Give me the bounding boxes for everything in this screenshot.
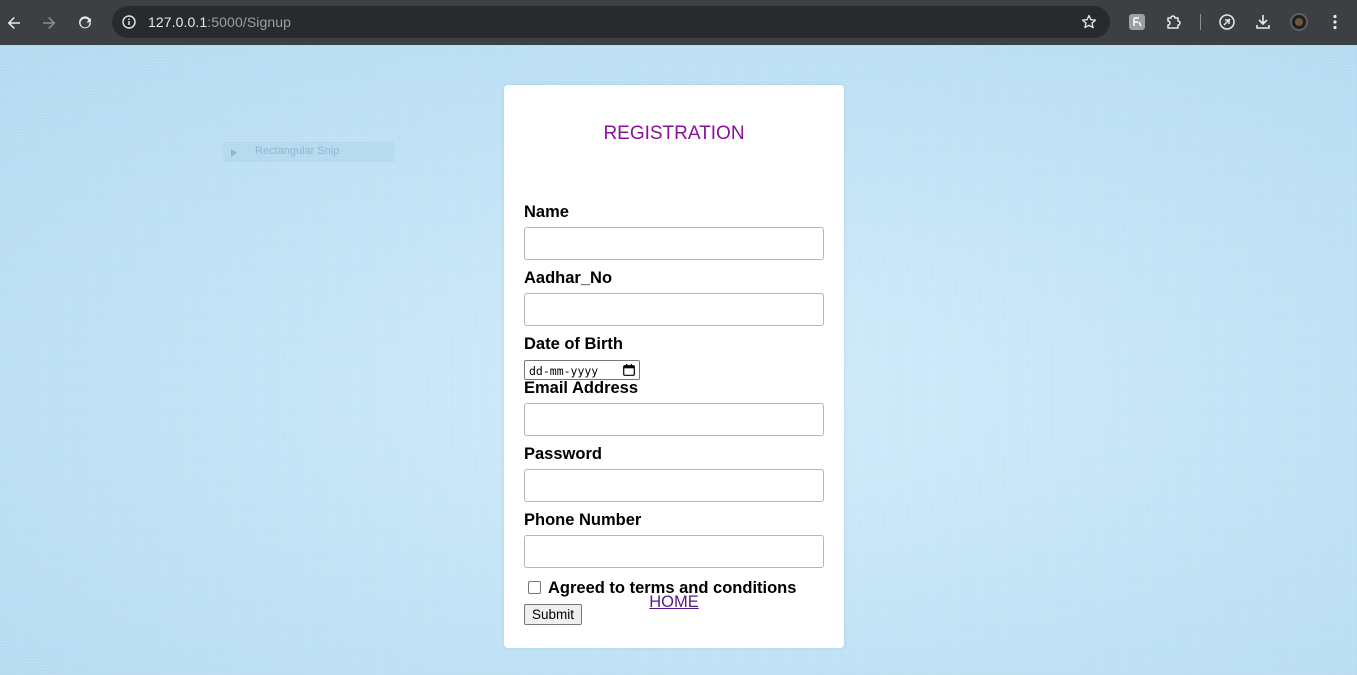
email-input[interactable]	[524, 403, 824, 436]
extensions-puzzle-icon[interactable]	[1163, 11, 1185, 33]
reload-icon	[79, 16, 91, 29]
arrow-left-icon	[7, 17, 20, 29]
toolbar-separator	[1200, 14, 1201, 30]
password-label: Password	[524, 445, 602, 463]
home-link[interactable]: HOME	[504, 593, 844, 612]
dob-label: Date of Birth	[524, 335, 623, 353]
performance-leaf-icon[interactable]	[1216, 11, 1238, 33]
forward-button[interactable]	[35, 9, 63, 37]
dob-placeholder: dd-mm-yyyy	[529, 364, 599, 378]
phone-label: Phone Number	[524, 511, 642, 529]
name-label: Name	[524, 203, 569, 221]
profile-avatar[interactable]	[1290, 13, 1308, 31]
url-text: 127.0.0.1:5000/Signup	[148, 14, 291, 30]
address-bar[interactable]: 127.0.0.1:5000/Signup	[112, 6, 1110, 38]
name-input[interactable]	[524, 227, 824, 260]
page-background: Rectangular Snip REGISTRATION Name Aadha…	[0, 45, 1357, 675]
calendar-icon[interactable]	[623, 364, 635, 376]
aadhar-input[interactable]	[524, 293, 824, 326]
email-label: Email Address	[524, 379, 639, 397]
arrow-right-icon	[43, 17, 56, 29]
download-icon[interactable]	[1252, 11, 1274, 33]
aadhar-label: Aadhar_No	[524, 269, 613, 287]
url-host: 127.0.0.1	[148, 14, 208, 30]
ghost-play-icon	[231, 149, 237, 157]
extension-fx-icon[interactable]	[1126, 11, 1148, 33]
menu-kebab-icon[interactable]	[1324, 11, 1346, 33]
url-path: :5000/Signup	[207, 14, 292, 30]
registration-card: REGISTRATION Name Aadhar_No Date of Birt…	[504, 85, 844, 648]
phone-input[interactable]	[524, 535, 824, 568]
dob-date-input[interactable]: dd-mm-yyyy	[524, 360, 640, 380]
back-button[interactable]	[0, 9, 28, 37]
form-title: REGISTRATION	[603, 123, 745, 144]
ghost-snip-label: Rectangular Snip	[255, 145, 340, 157]
browser-toolbar: 127.0.0.1:5000/Signup	[0, 0, 1357, 45]
site-info-icon[interactable]	[120, 13, 138, 31]
reload-button[interactable]	[71, 9, 99, 37]
bookmark-star-icon[interactable]	[1080, 13, 1098, 31]
password-input[interactable]	[524, 469, 824, 502]
